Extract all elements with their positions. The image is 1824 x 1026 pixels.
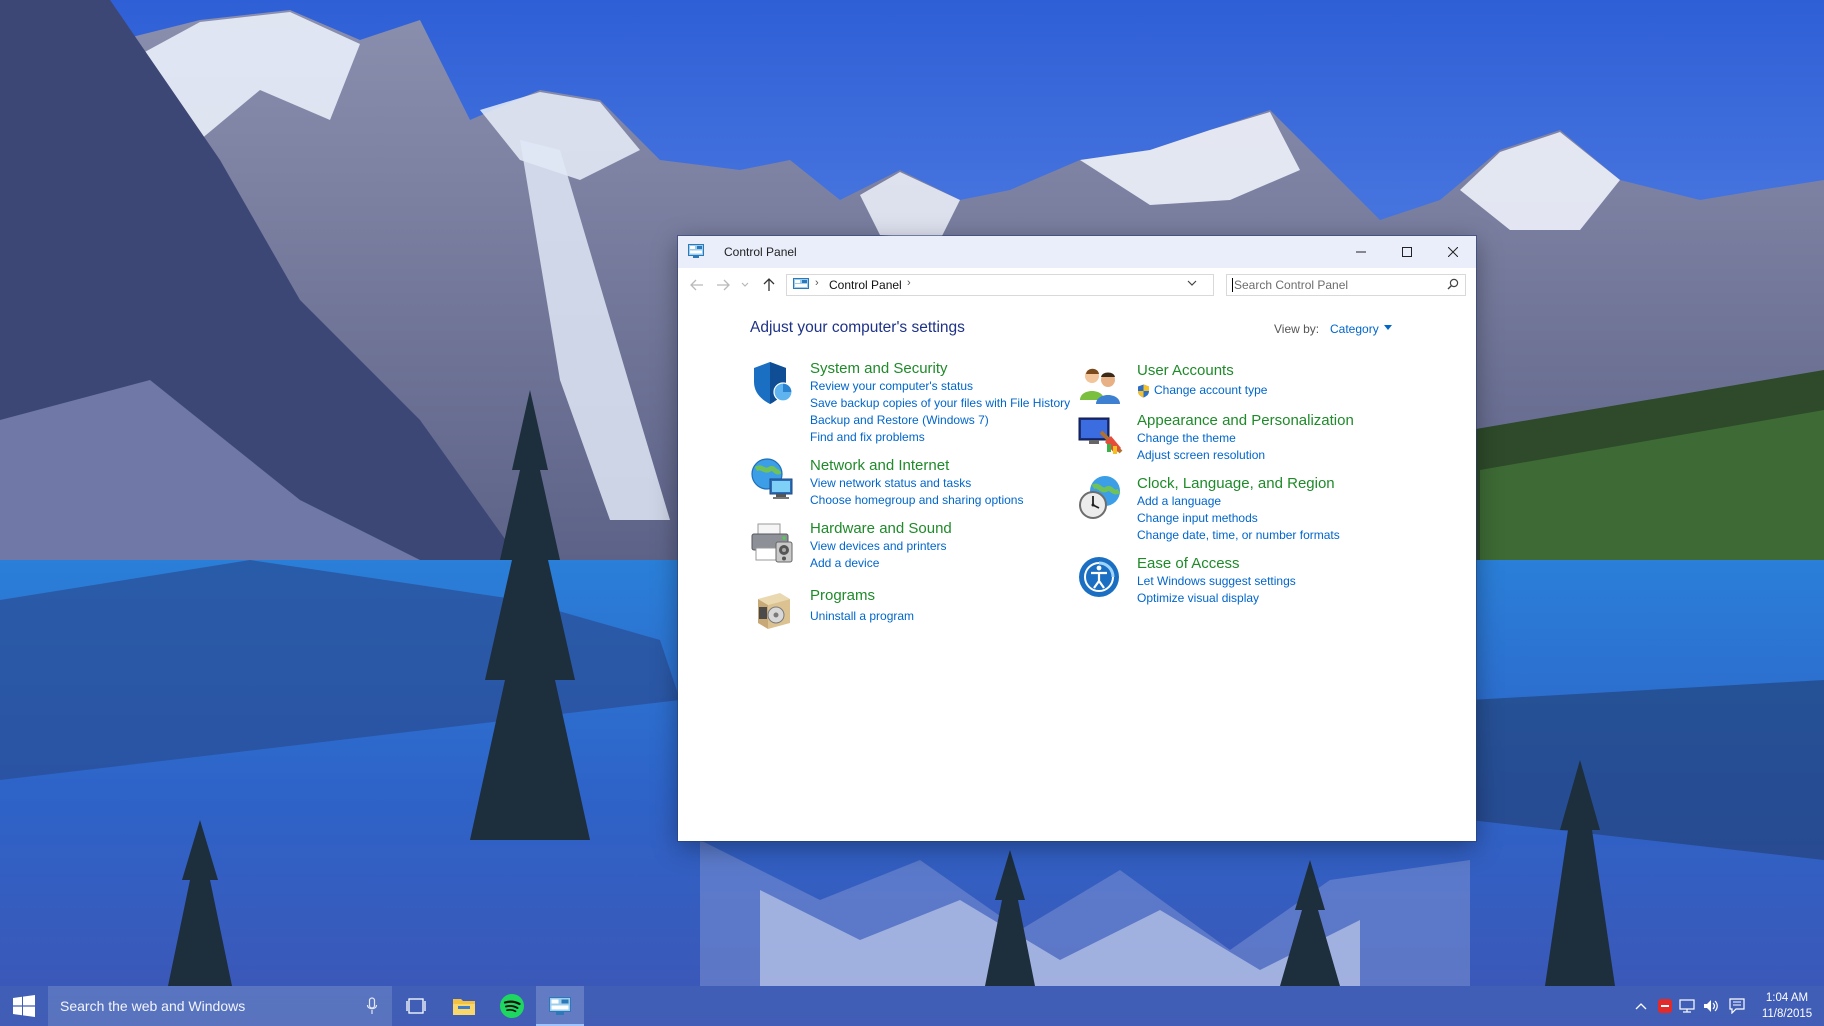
shield-icon [754,362,793,404]
clock-time: 1:04 AM [1765,992,1809,1004]
file-explorer-icon [453,999,475,1015]
category-title[interactable]: Appearance and Personalization [1137,412,1354,429]
control-panel-icon [549,997,571,1015]
link-review-status[interactable]: Review your computer's status [810,379,973,393]
search-box[interactable] [1226,274,1466,296]
show-hidden-icons-button[interactable] [1630,986,1652,1026]
windows-logo-icon [13,995,35,1017]
action-center-button[interactable] [1726,986,1748,1026]
network-button[interactable] [1676,986,1698,1026]
link-devices-printers[interactable]: View devices and printers [810,539,947,553]
taskbar-search-box[interactable]: Search the web and Windows [48,986,392,1026]
forward-arrow-icon [717,279,730,291]
task-view-button[interactable] [392,986,440,1026]
link-network-status[interactable]: View network status and tasks [810,476,971,490]
control-panel-icon [688,244,704,258]
address-bar-row: › Control Panel › [678,268,1476,302]
control-panel-icon [793,278,809,289]
link-uninstall-program[interactable]: Uninstall a program [810,609,914,623]
link-suggest-settings[interactable]: Let Windows suggest settings [1137,574,1296,588]
search-input[interactable] [1234,276,1434,294]
link-change-account-type[interactable]: Change account type [1154,383,1267,397]
caret-down-icon[interactable] [1384,325,1392,330]
chevron-down-icon [741,282,749,287]
taskbar-search-text[interactable]: Search the web and Windows [60,998,245,1014]
address-dropdown-icon[interactable] [1187,280,1197,287]
up-arrow-icon [763,278,775,291]
view-by-dropdown[interactable]: Category [1330,322,1379,336]
link-change-theme[interactable]: Change the theme [1137,431,1236,445]
clock-date: 11/8/2015 [1761,1008,1813,1020]
programs-box-icon [758,593,790,629]
breadcrumb-separator-icon[interactable]: › [815,277,819,289]
category-title[interactable]: Clock, Language, and Region [1137,475,1335,492]
category-title[interactable]: Programs [810,587,875,604]
network-icon [1679,999,1695,1013]
link-date-time-formats[interactable]: Change date, time, or number formats [1137,528,1340,542]
category-title[interactable]: Network and Internet [810,457,949,474]
appearance-icon [1078,417,1123,454]
forward-button[interactable] [714,276,732,294]
chevron-up-icon [1635,1003,1647,1010]
link-optimize-display[interactable]: Optimize visual display [1137,591,1259,605]
volume-icon [1704,1000,1718,1012]
tray-app-icon [1658,999,1672,1013]
minimize-button[interactable] [1338,236,1384,268]
close-icon [1448,247,1458,257]
link-homegroup[interactable]: Choose homegroup and sharing options [810,493,1023,507]
category-title[interactable]: Ease of Access [1137,555,1240,572]
spotify-button[interactable] [488,986,536,1026]
maximize-button[interactable] [1384,236,1430,268]
tray-app-button[interactable] [1654,986,1676,1026]
page-heading: Adjust your computer's settings [750,319,965,336]
spotify-icon [500,994,524,1018]
taskbar: Search the web and Windows 1:04 AM 11/8/… [0,986,1824,1026]
file-explorer-button[interactable] [440,986,488,1026]
users-icon [1080,368,1120,404]
breadcrumb-separator-icon[interactable]: › [907,277,911,289]
control-panel-window: Control Panel › Control Panel › Search C… [678,236,1476,841]
view-by-label: View by: [1274,322,1320,336]
category-title[interactable]: Hardware and Sound [810,520,952,537]
link-add-device[interactable]: Add a device [810,556,879,570]
volume-button[interactable] [1700,986,1722,1026]
microphone-icon[interactable] [366,997,378,1015]
link-backup-restore[interactable]: Backup and Restore (Windows 7) [810,413,989,427]
breadcrumb-control-panel[interactable]: Control Panel [829,278,902,292]
window-title: Control Panel [724,245,797,259]
link-input-methods[interactable]: Change input methods [1137,511,1258,525]
start-button[interactable] [0,986,48,1026]
uac-shield-icon [1138,384,1149,398]
search-icon[interactable] [1447,278,1459,290]
category-title[interactable]: System and Security [810,360,948,377]
title-bar[interactable]: Control Panel [678,236,1476,268]
maximize-icon [1402,247,1412,257]
printer-icon [751,523,793,563]
clock-globe-icon [1079,476,1121,519]
action-center-icon [1729,998,1745,1014]
back-button[interactable] [688,276,706,294]
link-screen-resolution[interactable]: Adjust screen resolution [1137,448,1265,462]
category-title[interactable]: User Accounts [1137,362,1234,379]
text-cursor [1232,278,1233,292]
back-arrow-icon [690,279,703,291]
clock[interactable]: 1:04 AM 11/8/2015 [1754,990,1820,1022]
recent-locations-button[interactable] [736,276,754,294]
control-panel-taskbar-button[interactable] [536,986,584,1026]
up-button[interactable] [760,276,778,294]
ease-of-access-icon [1079,557,1119,597]
network-globe-icon [751,458,793,499]
task-view-icon [406,998,426,1014]
close-button[interactable] [1430,236,1476,268]
minimize-icon [1356,251,1366,253]
content-area: Adjust your computer's settings View by:… [678,302,1476,841]
link-file-history[interactable]: Save backup copies of your files with Fi… [810,396,1070,410]
address-box[interactable]: › Control Panel › [786,274,1317,296]
link-find-fix-problems[interactable]: Find and fix problems [810,430,925,444]
link-add-language[interactable]: Add a language [1137,494,1221,508]
